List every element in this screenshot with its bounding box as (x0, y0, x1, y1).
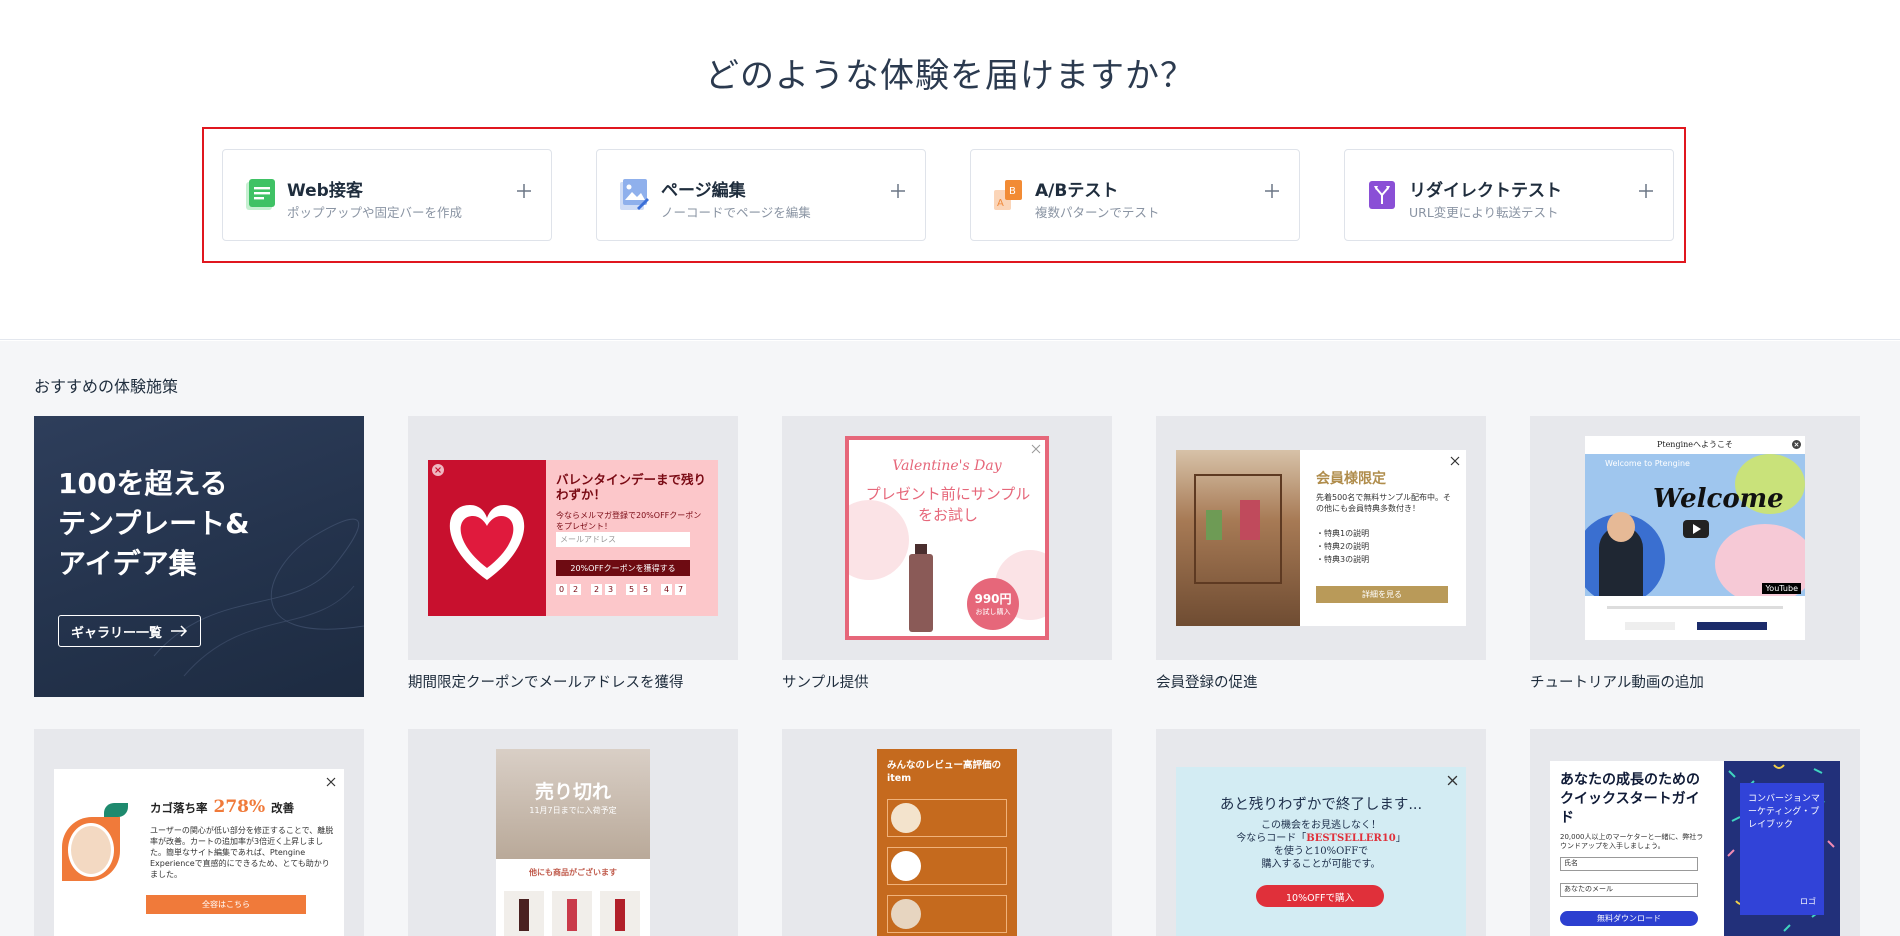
type-title: Web接客 (287, 181, 363, 201)
page-heading: どのような体験を届けますか？ (705, 56, 1195, 96)
video-player: Welcome to Ptengine Welcome YouTube (1585, 454, 1805, 596)
plus-icon[interactable] (513, 180, 535, 202)
template-card-tutorial[interactable]: Ptengineへようこそ Welcome to Ptengine Welcom… (1530, 416, 1860, 660)
type-card-web-engagement[interactable]: Web接客 ポップアップや固定バーを作成 (222, 149, 552, 241)
type-card-redirect-test[interactable]: リダイレクトテスト URL変更により転送テスト (1344, 149, 1674, 241)
member-preview: 会員様限定 先着500名で無料サンプル配布中。その他にも会員特典多数付き！ ・特… (1176, 450, 1466, 626)
type-subtitle: 複数パターンでテスト (1035, 205, 1160, 220)
close-icon (432, 464, 444, 476)
type-title: ページ編集 (661, 181, 746, 201)
template-card-lastchance[interactable]: あと残りわずかで終了します... この機会をお見逃しなく！ 今ならコード「BES… (1156, 729, 1486, 936)
recommended-section: おすすめの体験施策 100を超える テンプレート& アイデア集 ギャラリー一覧 (0, 341, 1900, 936)
template-card-guide[interactable]: あなたの成長のためのクイックスタートガイド 20,000人以上のマーケターと一緒… (1530, 729, 1860, 936)
template-label[interactable]: 期間限定クーポンでメールアドレスを獲得 (408, 671, 684, 692)
plus-icon[interactable] (1261, 180, 1283, 202)
plus-icon[interactable] (887, 180, 909, 202)
reviews-preview: みんなのレビュー高評価のitem (877, 749, 1017, 936)
page-edit-icon (620, 179, 649, 210)
hero-text: 100を超える テンプレート& アイデア集 (58, 467, 250, 580)
redirect-icon (1369, 181, 1395, 209)
type-subtitle: ノーコードでページを編集 (661, 205, 811, 220)
sample-preview: Valentine's Day プレゼント前にサンプルをお試し 990円 お試し… (845, 436, 1049, 640)
ab-test-icon: A B (994, 180, 1022, 210)
gallery-hero-card[interactable]: 100を超える テンプレート& アイデア集 ギャラリー一覧 (34, 416, 364, 697)
template-label[interactable]: 会員登録の促進 (1156, 671, 1258, 692)
template-label[interactable]: チュートリアル動画の追加 (1530, 671, 1704, 692)
type-subtitle: URL変更により転送テスト (1409, 205, 1559, 220)
section-title: おすすめの体験施策 (34, 377, 179, 396)
close-icon (1792, 440, 1801, 449)
template-label[interactable]: サンプル提供 (782, 671, 869, 692)
experience-type-section: どのような体験を届けますか？ Web接客 ポップアップや固定バーを作成 ページ編… (0, 0, 1900, 340)
gallery-list-button[interactable]: ギャラリー一覧 (58, 615, 202, 647)
countdown: 0 2 2 3 5 5 4 7 (556, 584, 686, 595)
template-card-member[interactable]: 会員様限定 先着500名で無料サンプル配布中。その他にも会員特典多数付き！ ・特… (1156, 416, 1486, 660)
guide-pattern: コンバージョンマーケティング・プレイブック ロゴ (1724, 761, 1840, 936)
popup-icon (246, 179, 275, 210)
close-icon (1447, 775, 1458, 786)
soldout-preview: 売り切れ 11月7日までに入荷予定 他にも商品がございます (496, 749, 650, 936)
template-card-soldout[interactable]: 売り切れ 11月7日までに入荷予定 他にも商品がございます (408, 729, 738, 936)
type-title: リダイレクトテスト (1409, 181, 1562, 201)
tutorial-preview: Ptengineへようこそ Welcome to Ptengine Welcom… (1585, 436, 1805, 640)
type-subtitle: ポップアップや固定バーを作成 (287, 205, 463, 220)
template-card-cart[interactable]: カゴ落ち率 278% 改善 ユーザーの関心が低い部分を修正することで、離脱率が改… (34, 729, 364, 936)
type-title: A/Bテスト (1035, 181, 1119, 201)
cart-preview: カゴ落ち率 278% 改善 ユーザーの関心が低い部分を修正することで、離脱率が改… (54, 769, 344, 936)
close-icon (326, 777, 336, 787)
type-card-page-edit[interactable]: ページ編集 ノーコードでページを編集 (596, 149, 926, 241)
svg-text:A: A (997, 198, 1004, 209)
play-icon (1683, 520, 1709, 538)
experience-type-frame: Web接客 ポップアップや固定バーを作成 ページ編集 ノーコードでページを編集 … (202, 127, 1686, 263)
arrow-right-icon (171, 625, 188, 637)
close-icon (1450, 456, 1460, 466)
template-card-reviews[interactable]: みんなのレビュー高評価のitem (782, 729, 1112, 936)
template-card-coupon[interactable]: バレンタインデーまで残りわずか！ 今ならメルマガ登録で20%OFFクーポンをプレ… (408, 416, 738, 660)
heart-icon (449, 505, 525, 580)
type-card-ab-test[interactable]: A B A/Bテスト 複数パターンでテスト (970, 149, 1300, 241)
guide-preview: あなたの成長のためのクイックスタートガイド 20,000人以上のマーケターと一緒… (1550, 761, 1840, 936)
valentine-preview: バレンタインデーまで残りわずか！ 今ならメルマガ登録で20%OFFクーポンをプレ… (428, 460, 718, 616)
svg-text:B: B (1009, 186, 1016, 197)
plus-icon[interactable] (1635, 180, 1657, 202)
template-card-sample[interactable]: Valentine's Day プレゼント前にサンプルをお試し 990円 お試し… (782, 416, 1112, 660)
lastchance-preview: あと残りわずかで終了します... この機会をお見逃しなく！ 今ならコード「BES… (1176, 767, 1466, 936)
close-icon (1031, 444, 1041, 454)
